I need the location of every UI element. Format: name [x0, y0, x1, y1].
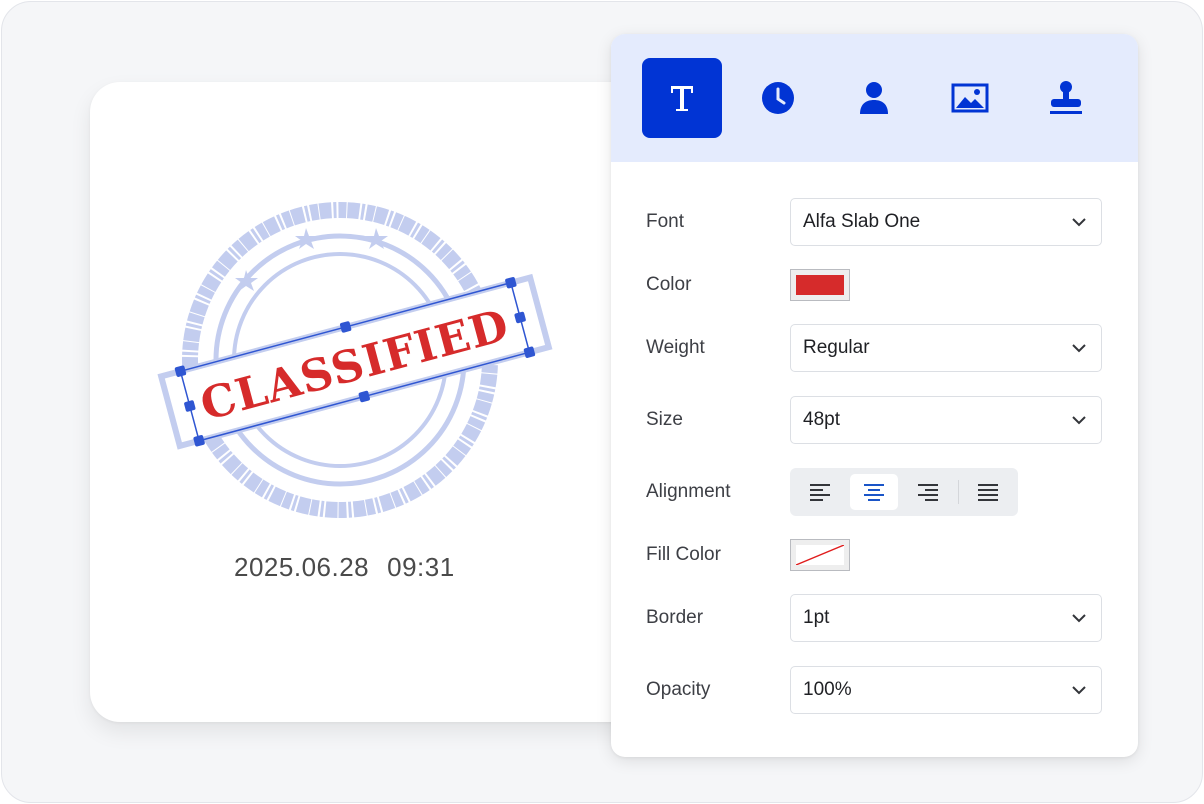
border-value: 1pt	[803, 607, 830, 628]
opacity-row: Opacity 100%	[611, 666, 1138, 714]
fill-color-swatch[interactable]	[790, 539, 850, 571]
align-right-button[interactable]	[904, 474, 952, 510]
size-label: Size	[646, 409, 683, 430]
opacity-select[interactable]: 100%	[790, 666, 1102, 714]
alignment-toggle-group	[790, 468, 1018, 516]
size-row: Size 48pt	[611, 396, 1138, 444]
weight-row: Weight Regular	[611, 324, 1138, 372]
font-row: Font Alfa Slab One	[611, 198, 1138, 246]
no-fill-icon	[796, 545, 844, 565]
stamp-tool-button[interactable]	[1026, 58, 1106, 138]
align-left-icon	[810, 484, 830, 501]
size-select[interactable]: 48pt	[790, 396, 1102, 444]
chevron-down-icon	[1072, 344, 1086, 353]
stamp-canvas: CLASSIFIED 2025.06.28 09:31	[90, 82, 650, 722]
border-select[interactable]: 1pt	[790, 594, 1102, 642]
fill-color-row: Fill Color	[611, 531, 1138, 579]
size-value: 48pt	[803, 409, 840, 430]
border-row: Border 1pt	[611, 594, 1138, 642]
align-right-icon	[918, 484, 938, 501]
image-tool-button[interactable]	[930, 58, 1010, 138]
stamp-time: 09:31	[387, 552, 455, 582]
clock-tool-button[interactable]	[738, 58, 818, 138]
align-left-button[interactable]	[796, 474, 844, 510]
properties-panel: Font Alfa Slab One Color Weight Regular …	[611, 34, 1138, 757]
color-label: Color	[646, 274, 692, 295]
color-swatch-fill	[796, 275, 844, 295]
font-select[interactable]: Alfa Slab One	[790, 198, 1102, 246]
weight-value: Regular	[803, 337, 870, 358]
text-banner[interactable]: CLASSIFIED	[157, 273, 553, 451]
stamp-icon	[1050, 81, 1082, 114]
alignment-label: Alignment	[646, 481, 731, 502]
stamp-preview[interactable]: CLASSIFIED	[157, 192, 620, 532]
align-justify-button[interactable]	[964, 474, 1012, 510]
opacity-label: Opacity	[646, 679, 711, 700]
border-label: Border	[646, 607, 704, 628]
align-justify-icon	[978, 484, 998, 501]
opacity-value: 100%	[803, 679, 852, 700]
font-label: Font	[646, 211, 685, 232]
clock-icon	[762, 82, 794, 114]
color-row: Color	[611, 261, 1138, 309]
text-icon	[671, 86, 693, 111]
stamp-datetime: 2025.06.28 09:31	[90, 552, 650, 583]
chevron-down-icon	[1072, 686, 1086, 695]
person-tool-button[interactable]	[834, 58, 914, 138]
alignment-divider	[958, 480, 959, 504]
text-tool-button[interactable]	[642, 58, 722, 138]
fill-color-label: Fill Color	[646, 544, 721, 565]
person-icon	[860, 82, 888, 114]
image-icon	[951, 83, 989, 113]
weight-select[interactable]: Regular	[790, 324, 1102, 372]
chevron-down-icon	[1072, 416, 1086, 425]
weight-label: Weight	[646, 337, 705, 358]
align-center-button[interactable]	[850, 474, 898, 510]
font-value: Alfa Slab One	[803, 211, 921, 232]
stamp-date: 2025.06.28	[234, 552, 370, 582]
chevron-down-icon	[1072, 218, 1086, 227]
align-center-icon	[864, 484, 884, 501]
alignment-row: Alignment	[611, 468, 1138, 516]
chevron-down-icon	[1072, 614, 1086, 623]
tool-bar	[611, 34, 1138, 162]
color-swatch[interactable]	[790, 269, 850, 301]
